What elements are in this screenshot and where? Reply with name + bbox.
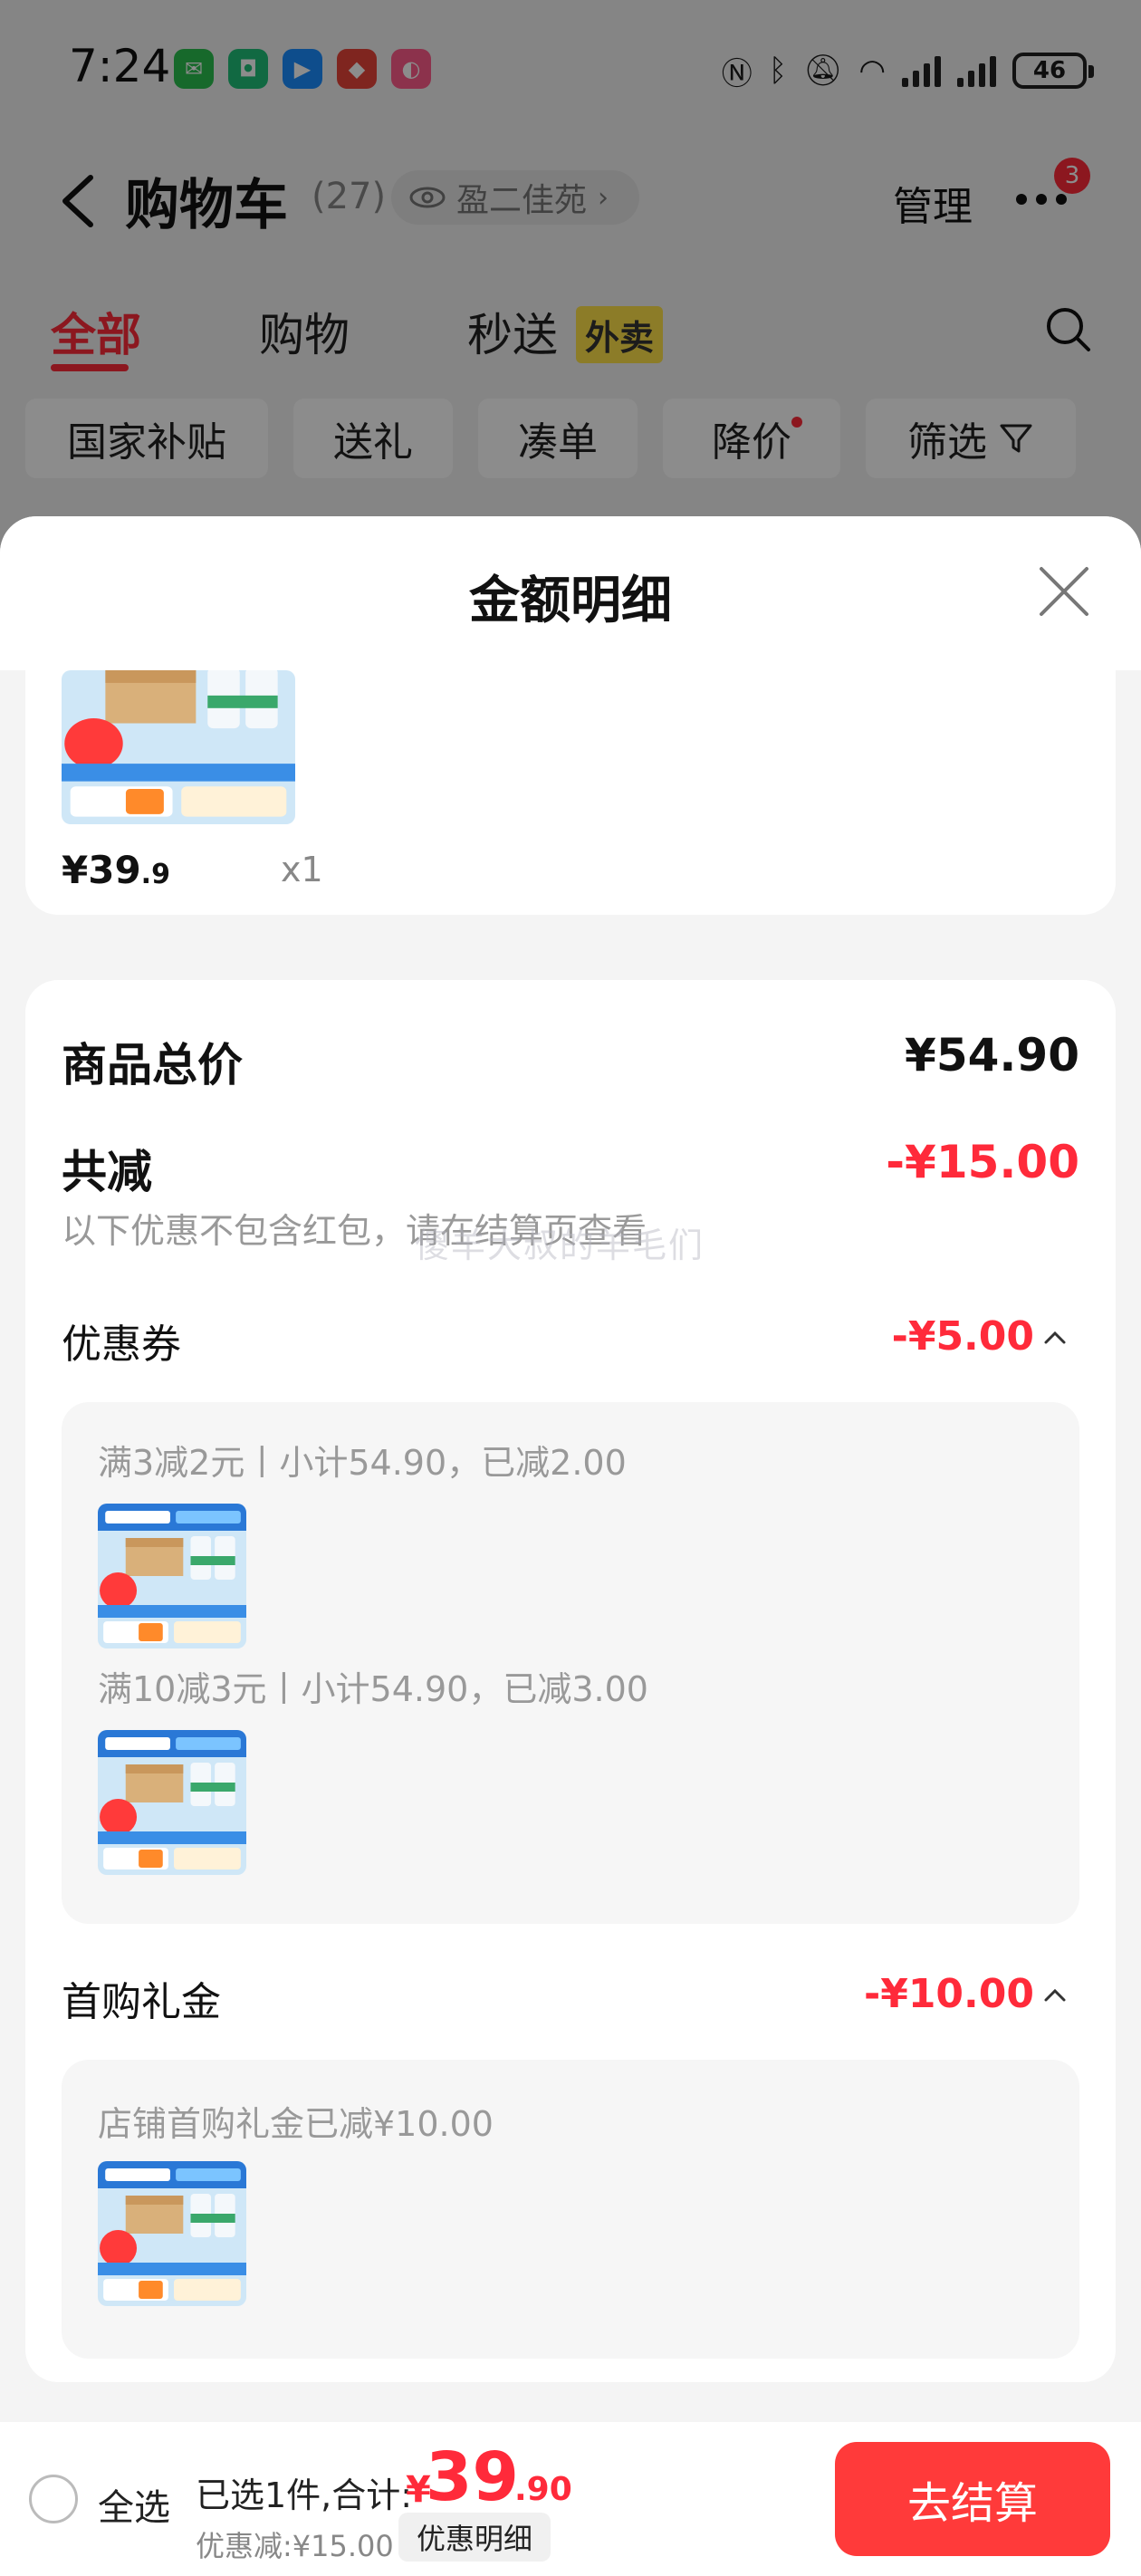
price-int: ¥39 (62, 848, 141, 892)
product-price: ¥39.9 (62, 848, 170, 892)
summary-card: 商品总价 ¥54.90 共减 -¥15.00 以下优惠不包含红包，请在结算页查看… (25, 980, 1116, 2382)
checkout-bar: 全选 已选1件,合计: ¥ 39 .90 优惠减:¥15.00 优惠明细 去结算 (0, 2422, 1141, 2576)
first-gift-label: 首购礼金 (62, 1979, 221, 2025)
reduce-value: -¥15.00 (886, 1136, 1079, 1188)
discount-summary: 优惠减:¥15.00 (196, 2529, 394, 2563)
sheet-header: 金额明细 (0, 516, 1141, 670)
product-thumb[interactable] (98, 1730, 246, 1875)
checkout-button[interactable]: 去结算 (835, 2442, 1110, 2556)
coupon-label: 优惠券 (62, 1322, 181, 1368)
coupon-line-2: 满10减3元丨小计54.90，已减3.00 (98, 1669, 648, 1709)
select-all-label[interactable]: 全选 (98, 2478, 170, 2531)
first-gift-value: -¥10.00 (863, 1971, 1034, 2017)
chevron-up-icon (1044, 1331, 1066, 1343)
product-image[interactable] (62, 670, 295, 824)
first-gift-toggle[interactable]: -¥10.00 (864, 1971, 1067, 2017)
coupon-value: -¥5.00 (891, 1313, 1034, 1360)
total-integer: 39 (426, 2438, 519, 2516)
total-price-label: 商品总价 (62, 1039, 243, 1091)
watermark: 傻羊大叔的羊毛们 (415, 1226, 705, 1265)
product-card: ¥39.9 x1 (25, 670, 1116, 915)
first-gift-detail-box: 店铺首购礼金已减¥10.00 (62, 2060, 1079, 2359)
reduce-label: 共减 (62, 1146, 152, 1198)
product-quantity: x1 (281, 850, 323, 889)
price-dec: .9 (140, 859, 170, 890)
selected-summary: 已选1件,合计: (196, 2475, 413, 2515)
sheet-title: 金额明细 (469, 572, 672, 630)
first-gift-line: 店铺首购礼金已减¥10.00 (98, 2104, 494, 2144)
coupon-toggle[interactable]: -¥5.00 (892, 1313, 1067, 1360)
product-thumb[interactable] (98, 2161, 246, 2306)
product-thumb[interactable] (98, 1504, 246, 1648)
chevron-up-icon (1044, 1988, 1066, 2001)
total-decimal: .90 (514, 2471, 572, 2508)
coupon-line-1: 满3减2元丨小计54.90，已减2.00 (98, 1443, 627, 1483)
price-detail-sheet: 金额明细 ¥39.9 x1 商品总价 ¥54.90 共减 -¥15.00 以下优… (0, 516, 1141, 2576)
select-all-checkbox[interactable] (29, 2475, 78, 2523)
coupon-detail-box: 满3减2元丨小计54.90，已减2.00 满10减3元丨小计54.90，已减3.… (62, 1402, 1079, 1924)
dim-overlay[interactable] (0, 0, 1141, 580)
total-price-value: ¥54.90 (905, 1029, 1079, 1081)
close-icon[interactable] (1038, 565, 1090, 618)
discount-detail-button[interactable]: 优惠明细 (398, 2513, 551, 2562)
